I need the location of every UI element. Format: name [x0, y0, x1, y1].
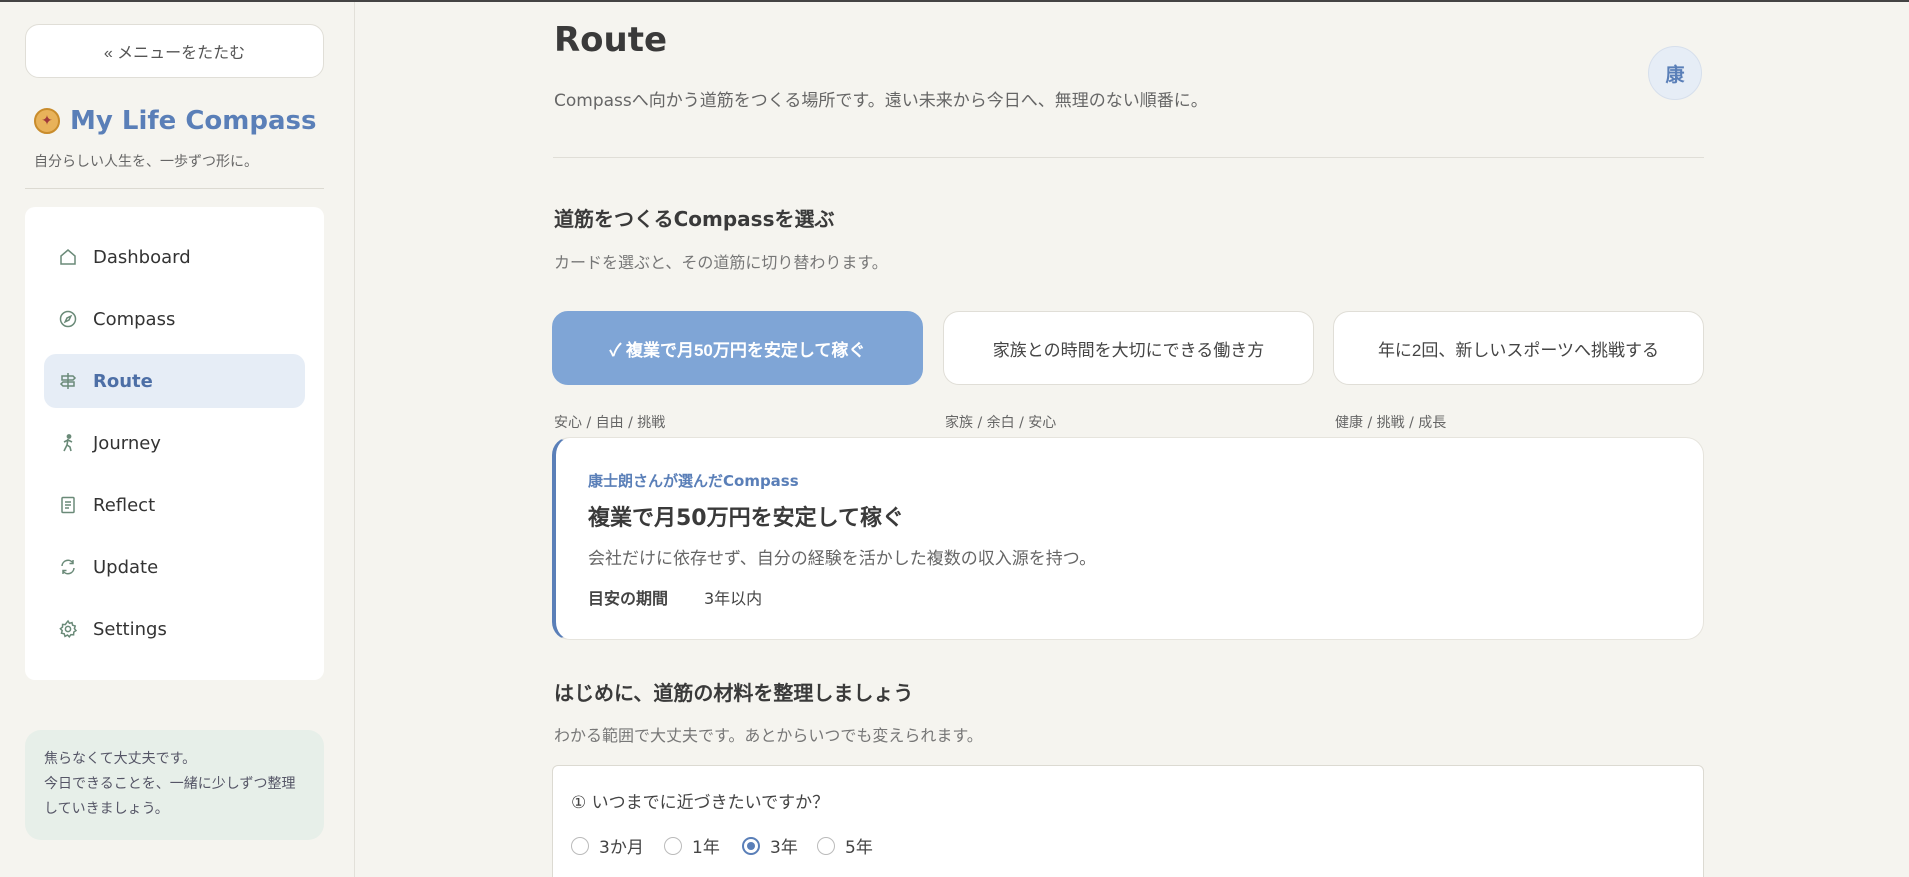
compass-choice-card[interactable]: 家族との時間を大切にできる働き方 [943, 311, 1314, 385]
sidebar-item-reflect[interactable]: Reflect [44, 478, 305, 532]
sidebar-item-label: Compass [93, 308, 176, 330]
sidebar-item-label: Journey [93, 432, 161, 454]
detail-description: 会社だけに依存せず、自分の経験を活かした複数の収入源を持つ。 [588, 549, 1097, 569]
divider [553, 157, 1704, 158]
tip-line: 今日できることを、一緒に少しずつ整理していきましょう。 [44, 776, 296, 817]
detail-title: 複業で月50万円を安定して稼ぐ [588, 506, 904, 531]
sidebar-item-settings[interactable]: Settings [44, 602, 305, 656]
radio-button[interactable] [664, 836, 682, 855]
sidebar-item-journey[interactable]: Journey [44, 416, 305, 470]
sidebar: « メニューをたたむ ✦ My Life Compass 自分らしい人生を、一歩… [0, 2, 355, 877]
radio-button[interactable] [571, 836, 589, 855]
radio-label: 3か月 [599, 838, 644, 858]
compass-choice-tags: 家族 / 余白 / 安心 [945, 415, 1057, 431]
home-icon [58, 247, 78, 267]
radio-button-checked[interactable] [742, 836, 760, 855]
radio-label: 5年 [845, 838, 873, 858]
encouragement-note: 焦らなくて大丈夫です。 今日できることを、一緒に少しずつ整理していきましょう。 [25, 730, 324, 840]
sidebar-item-compass[interactable]: Compass [44, 292, 305, 346]
compass-select-description: カードを選ぶと、その道筋に切り替わります。 [554, 253, 888, 272]
radio-button[interactable] [817, 836, 835, 855]
walking-icon [58, 433, 78, 453]
notebook-icon [58, 495, 78, 515]
question-card: ① いつまでに近づきたいですか？ 3か月 1年 3年 5年 [552, 765, 1704, 877]
radio-option-3months[interactable]: 3か月 [571, 833, 664, 858]
compass-choice-card[interactable]: ✓ 複業で月50万円を安定して稼ぐ [552, 311, 923, 385]
sidebar-item-label: Reflect [93, 494, 156, 516]
period-radio-group: 3か月 1年 3年 5年 [571, 833, 897, 858]
radio-option-1year[interactable]: 1年 [664, 833, 742, 858]
gear-icon [58, 619, 78, 639]
compass-logo-icon: ✦ [34, 108, 60, 134]
avatar[interactable]: 康 [1648, 46, 1702, 100]
compass-choice-tags: 健康 / 挑戦 / 成長 [1335, 415, 1447, 431]
page-description: Compassへ向かう道筋をつくる場所です。遠い未来から今日へ、無理のない順番に… [554, 91, 1208, 111]
radio-option-5years[interactable]: 5年 [817, 833, 897, 858]
signpost-icon [58, 371, 78, 391]
sidebar-item-update[interactable]: Update [44, 540, 305, 594]
page-title: Route [554, 20, 668, 60]
brand-subtitle: 自分らしい人生を、一歩ずつ形に。 [34, 154, 258, 170]
brand[interactable]: ✦ My Life Compass [34, 106, 317, 136]
sidebar-item-label: Dashboard [93, 246, 191, 268]
divider [25, 188, 324, 189]
sidebar-item-dashboard[interactable]: Dashboard [44, 230, 305, 284]
refresh-icon [58, 557, 78, 577]
sidebar-item-label: Settings [93, 618, 167, 640]
selected-compass-detail: 康士朗さんが選んだCompass 複業で月50万円を安定して稼ぐ 会社だけに依存… [552, 437, 1704, 640]
period-value: 3年以内 [704, 589, 763, 608]
collapse-menu-button[interactable]: « メニューをたたむ [25, 24, 324, 78]
sidebar-item-label: Route [93, 370, 153, 392]
detail-owner-label: 康士朗さんが選んだCompass [588, 472, 799, 490]
question-label: ① いつまでに近づきたいですか？ [571, 793, 830, 813]
compass-choice-card[interactable]: 年に2回、新しいスポーツへ挑戦する [1333, 311, 1704, 385]
sidebar-item-route[interactable]: Route [44, 354, 305, 408]
materials-description: わかる範囲で大丈夫です。あとからいつでも変えられます。 [554, 726, 983, 745]
compass-choice-tags: 安心 / 自由 / 挑戦 [554, 415, 666, 431]
materials-title: はじめに、道筋の材料を整理しましょう [554, 681, 914, 705]
radio-label: 1年 [692, 838, 720, 858]
tip-line: 焦らなくて大丈夫です。 [44, 751, 197, 767]
sidebar-item-label: Update [93, 556, 159, 578]
period-label: 目安の期間 [588, 589, 669, 608]
radio-option-3years[interactable]: 3年 [742, 833, 817, 858]
brand-title: My Life Compass [70, 106, 317, 136]
sidebar-nav: Dashboard Compass Route Journey Reflect [25, 207, 324, 680]
compass-icon [58, 309, 78, 329]
radio-label: 3年 [770, 838, 798, 858]
compass-select-title: 道筋をつくるCompassを選ぶ [554, 207, 835, 231]
